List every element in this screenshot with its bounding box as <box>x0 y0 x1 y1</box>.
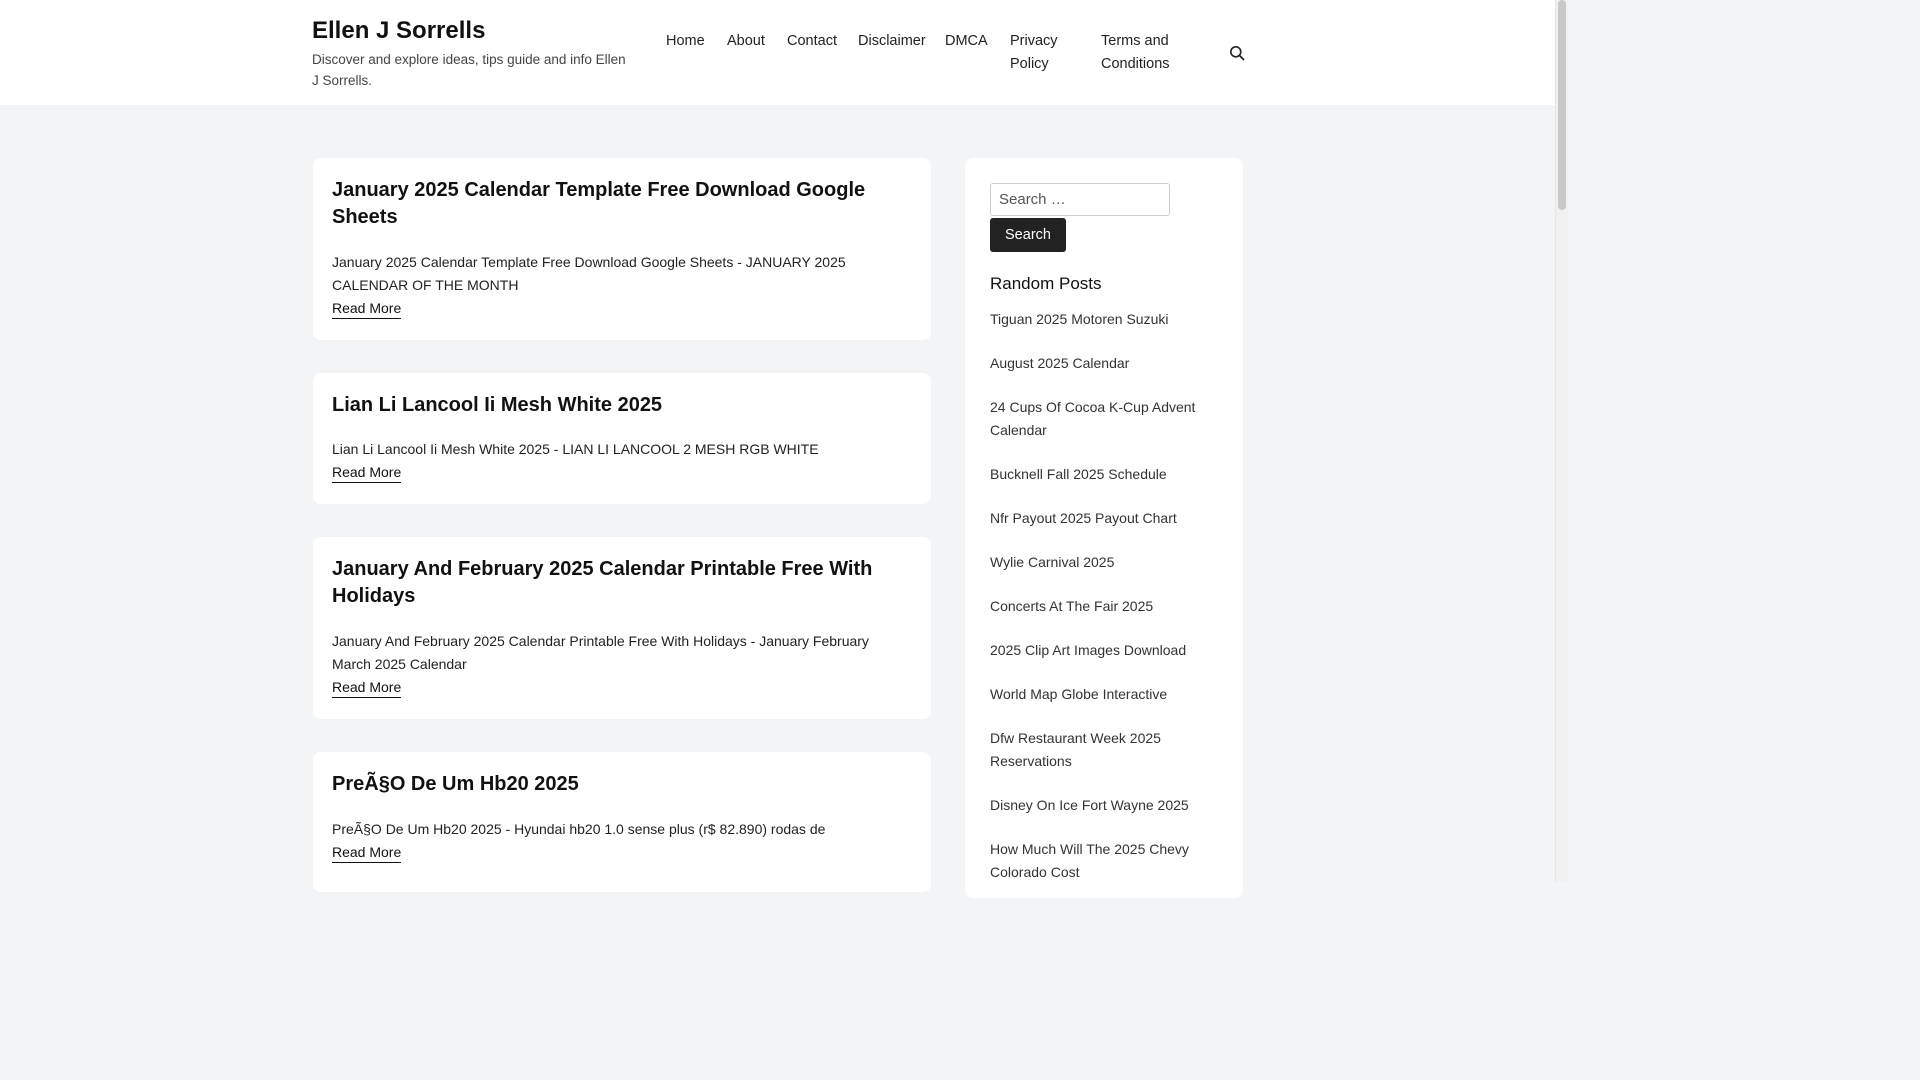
site-branding: Ellen J Sorrells Discover and explore id… <box>312 16 632 91</box>
site-header: Ellen J Sorrells Discover and explore id… <box>0 0 1556 105</box>
random-post-link[interactable]: Dfw Restaurant Week 2025 Reservations <box>990 727 1210 773</box>
site-description: Discover and explore ideas, tips guide a… <box>312 52 626 88</box>
post-excerpt: Lian Li Lancool Ii Mesh White 2025 - LIA… <box>332 441 819 457</box>
read-more-link[interactable]: Read More <box>332 462 402 483</box>
page-scrollbar[interactable] <box>1555 0 1568 882</box>
random-post-link[interactable]: Wylie Carnival 2025 <box>990 551 1210 574</box>
random-post-link[interactable]: August 2025 Calendar <box>990 352 1210 375</box>
post-title[interactable]: PreÃ§O De Um Hb20 2025 <box>332 771 911 798</box>
random-post-link[interactable]: 2025 Clip Art Images Download <box>990 639 1210 662</box>
random-post-link[interactable]: Bucknell Fall 2025 Schedule <box>990 463 1210 486</box>
read-more-link[interactable]: Read More <box>332 842 402 863</box>
nav-item-disclaimer[interactable]: Disclaimer <box>858 30 926 53</box>
random-post-link[interactable]: Tiguan 2025 Motoren Suzuki <box>990 308 1210 331</box>
nav-item-home[interactable]: Home <box>666 30 705 53</box>
nav-item-terms-and-conditions[interactable]: Terms and Conditions <box>1101 30 1191 76</box>
random-post-link[interactable]: World Map Globe Interactive <box>990 683 1210 706</box>
random-post-link[interactable]: Concerts At The Fair 2025 <box>990 595 1210 618</box>
scrollbar-thumb[interactable] <box>1558 0 1566 210</box>
sidebar: Search Random Posts Tiguan 2025 Motoren … <box>965 158 1243 898</box>
read-more-link[interactable]: Read More <box>332 298 402 319</box>
random-post-link[interactable]: Nfr Payout 2025 Payout Chart <box>990 507 1210 530</box>
nav-item-about[interactable]: About <box>727 30 765 53</box>
post-title[interactable]: January 2025 Calendar Template Free Down… <box>332 177 911 231</box>
nav-item-contact[interactable]: Contact <box>787 30 837 53</box>
post-card: Lian Li Lancool Ii Mesh White 2025 Lian … <box>313 373 931 504</box>
post-card: January 2025 Calendar Template Free Down… <box>313 158 931 340</box>
read-more-link[interactable]: Read More <box>332 677 402 698</box>
nav-item-dmca[interactable]: DMCA <box>945 30 988 53</box>
site-title[interactable]: Ellen J Sorrells <box>312 16 632 46</box>
post-title[interactable]: January And February 2025 Calendar Print… <box>332 556 911 610</box>
post-excerpt: January 2025 Calendar Template Free Down… <box>332 254 846 293</box>
search-icon[interactable] <box>1229 45 1245 61</box>
post-card: January And February 2025 Calendar Print… <box>313 537 931 719</box>
post-card: PreÃ§O De Um Hb20 2025 PreÃ§O De Um Hb20… <box>313 752 931 892</box>
random-posts-title: Random Posts <box>990 274 1102 293</box>
search-input[interactable] <box>990 183 1170 216</box>
random-post-link[interactable]: 24 Cups Of Cocoa K-Cup Advent Calendar <box>990 396 1210 442</box>
post-excerpt: January And February 2025 Calendar Print… <box>332 633 869 672</box>
post-excerpt: PreÃ§O De Um Hb20 2025 - Hyundai hb20 1.… <box>332 821 826 837</box>
search-button[interactable]: Search <box>990 218 1066 252</box>
post-title[interactable]: Lian Li Lancool Ii Mesh White 2025 <box>332 392 911 419</box>
random-post-link[interactable]: How Much Will The 2025 Chevy Colorado Co… <box>990 838 1210 884</box>
nav-item-privacy-policy[interactable]: Privacy Policy <box>1010 30 1080 76</box>
random-post-link[interactable]: Disney On Ice Fort Wayne 2025 <box>990 794 1210 817</box>
